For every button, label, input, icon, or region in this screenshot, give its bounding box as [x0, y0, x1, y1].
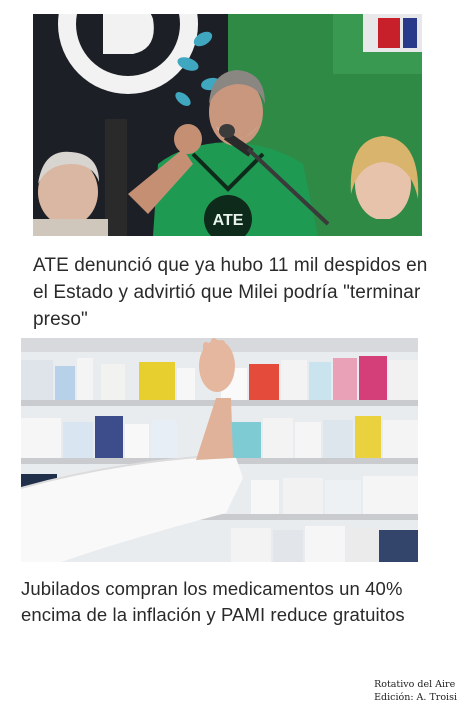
protest-speaker-photo[interactable]: ATE: [33, 14, 422, 236]
credits-editor: Edición: A. Troisi: [374, 692, 457, 703]
credits-block: Rotativo del Aire Edición: A. Troisi: [374, 678, 457, 704]
headline-ate-despidos[interactable]: ATE denunció que ya hubo 11 mil despidos…: [33, 252, 433, 333]
credits-outlet: Rotativo del Aire: [374, 679, 456, 690]
svg-text:ATE: ATE: [213, 212, 244, 229]
pharmacy-shelves-photo[interactable]: [21, 338, 418, 562]
headline-jubilados-medicamentos[interactable]: Jubilados compran los medicamentos un 40…: [21, 576, 441, 628]
